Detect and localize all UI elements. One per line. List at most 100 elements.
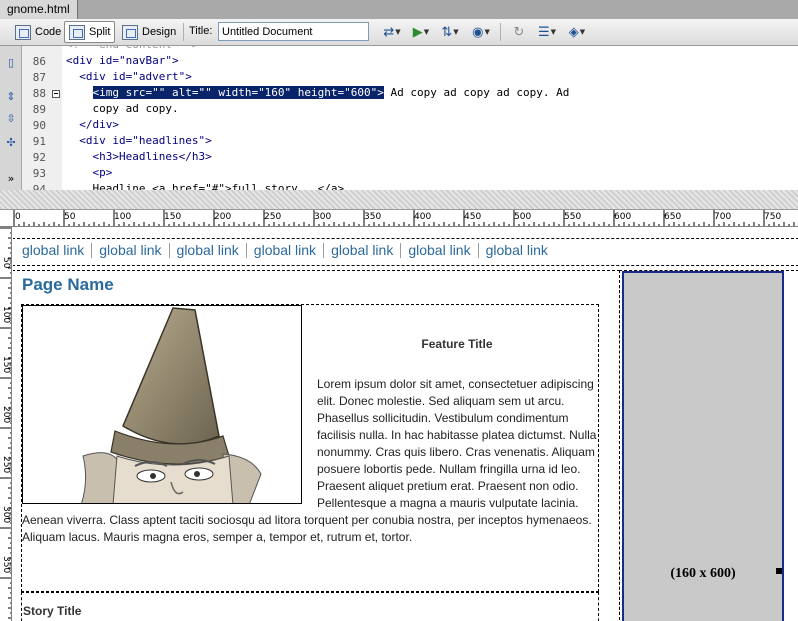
line-number: 92 xyxy=(32,151,46,164)
code-view-label: Code xyxy=(35,26,62,38)
resize-handle[interactable] xyxy=(776,568,782,574)
chevron-down-icon: ▼ xyxy=(395,28,401,36)
refresh-icon: ↻ xyxy=(513,24,525,40)
design-view-pane[interactable]: global link global link global link glob… xyxy=(13,228,798,621)
design-view-icon xyxy=(122,24,138,40)
code-line: <p> xyxy=(66,166,113,179)
ruler-label: 150 xyxy=(164,212,182,222)
code-line-text: Ad copy ad copy ad copy. Ad xyxy=(383,86,570,99)
collapse-selection-icon[interactable]: ⇳ xyxy=(4,112,18,126)
design-view-button[interactable]: Design xyxy=(117,21,181,43)
split-view-button[interactable]: Split xyxy=(64,21,116,43)
document-toolbar: Code Split Design Title: ⇄▼ ▶▼ ⇅▼ ◉▼ ↻ ☰… xyxy=(0,19,798,46)
split-view-divider[interactable] xyxy=(0,190,798,210)
view-options-icon: ☰ xyxy=(537,24,550,40)
line-number: 94 xyxy=(32,183,46,190)
document-tab[interactable]: gnome.html xyxy=(0,0,78,19)
browser-check-button[interactable]: ◉ ▼ xyxy=(468,23,494,41)
global-link[interactable]: global link xyxy=(99,243,170,258)
chevron-down-icon: ▼ xyxy=(550,28,557,36)
global-link[interactable]: global link xyxy=(254,243,325,258)
toolbar-separator xyxy=(500,23,501,41)
ruler-label: 100 xyxy=(1,306,11,324)
chevron-down-icon: ▼ xyxy=(453,28,459,36)
global-link[interactable]: global link xyxy=(408,243,479,258)
line-number: 89 xyxy=(32,103,46,116)
advert-image-placeholder[interactable]: (160 x 600) xyxy=(622,271,784,621)
selected-code[interactable]: <img src="" alt="" width="160" height="6… xyxy=(92,86,384,99)
globe-icon: ◉ xyxy=(472,24,484,40)
image-size-label: (160 x 600) xyxy=(670,566,736,581)
code-line: </div> xyxy=(66,118,119,131)
code-view-pane[interactable]: ▯ ⇕ ⇳ ✣ » 86 87 88 89 90 91 92 93 94 <!-… xyxy=(0,46,798,190)
ruler-label: 500 xyxy=(514,212,532,222)
expand-all-icon[interactable]: ✣ xyxy=(4,136,18,150)
code-view-button[interactable]: Code xyxy=(10,21,66,43)
code-line: <h3>Headlines</h3> xyxy=(66,150,212,163)
collapse-tag-icon[interactable]: ⇕ xyxy=(4,90,18,104)
file-management-icon: ⇄ xyxy=(383,24,395,40)
story-title[interactable]: Story Title xyxy=(23,604,81,618)
ruler-label: 250 xyxy=(1,456,11,474)
global-link[interactable]: global link xyxy=(177,243,247,258)
line-number-gutter: 86 87 88 89 90 91 92 93 94 xyxy=(22,46,62,190)
feature-paragraph-region: Lorem ipsum dolor sit amet, consectetuer… xyxy=(22,376,598,546)
preview-icon: ▶ xyxy=(412,24,423,40)
open-documents-icon[interactable]: ▯ xyxy=(4,56,18,70)
refresh-design-view-button[interactable]: ⇅ ▼ xyxy=(437,23,463,41)
code-line: <div id="advert"> xyxy=(66,70,192,83)
ruler-label: 350 xyxy=(364,212,382,222)
chevron-down-icon: ▼ xyxy=(423,28,430,36)
story-region[interactable] xyxy=(21,592,599,621)
line-number: 91 xyxy=(32,135,46,148)
ruler-label: 550 xyxy=(564,212,582,222)
ruler-label: 50 xyxy=(1,257,11,269)
ruler-label: 200 xyxy=(1,406,11,424)
code-line: <img src="" alt="" width="160" height="6… xyxy=(66,86,569,102)
ruler-label: 0 xyxy=(15,212,21,222)
code-line: <!-- end content --> xyxy=(66,46,198,54)
global-link[interactable]: global link xyxy=(486,243,555,258)
ruler-label: 300 xyxy=(314,212,332,222)
refresh-button[interactable]: ↻ xyxy=(508,23,530,41)
toolbar-separator xyxy=(183,23,184,41)
document-title-input[interactable] xyxy=(218,22,369,41)
ruler-label: 700 xyxy=(714,212,732,222)
view-options-button[interactable]: ☰ ▼ xyxy=(534,23,560,41)
line-number: 93 xyxy=(32,167,46,180)
ruler-label: 450 xyxy=(464,212,482,222)
page-title[interactable]: Page Name xyxy=(22,275,114,295)
code-line: Headline <a href="#">full story...</a> xyxy=(66,182,345,190)
fold-toggle-icon[interactable] xyxy=(52,90,60,98)
visual-aids-button[interactable]: ◈ ▼ xyxy=(564,23,590,41)
preview-button[interactable]: ▶ ▼ xyxy=(408,23,434,41)
code-line: <div id="headlines"> xyxy=(66,134,212,147)
vertical-ruler: 50 100 150 200 250 300 350 xyxy=(0,227,12,621)
ruler-label: 750 xyxy=(764,212,782,222)
eye-icon: ◈ xyxy=(568,24,579,40)
horizontal-ruler: 0 50 100 150 200 250 300 350 400 450 500… xyxy=(0,210,798,227)
coding-toolbar: ▯ ⇕ ⇳ ✣ » xyxy=(0,46,22,190)
ruler-label: 350 xyxy=(1,556,11,574)
code-view-icon xyxy=(15,24,31,40)
global-nav: global link global link global link glob… xyxy=(22,243,562,258)
global-link[interactable]: global link xyxy=(22,243,93,258)
feature-title[interactable]: Feature Title xyxy=(317,337,597,351)
chevron-down-icon: ▼ xyxy=(579,28,586,36)
split-view-icon xyxy=(69,24,85,40)
ruler-label: 50 xyxy=(64,212,76,222)
design-view-label: Design xyxy=(142,26,177,38)
line-number: 86 xyxy=(32,55,46,68)
chevron-down-icon: ▼ xyxy=(484,28,490,36)
split-view-label: Split xyxy=(89,26,111,38)
file-management-button[interactable]: ⇄ ▼ xyxy=(378,23,406,41)
line-number: 90 xyxy=(32,119,46,132)
global-link[interactable]: global link xyxy=(331,243,402,258)
code-line: <div id="navBar"> xyxy=(66,54,179,67)
ruler-label: 400 xyxy=(414,212,432,222)
ruler-label: 650 xyxy=(664,212,682,222)
code-line: copy ad copy. xyxy=(66,102,179,115)
ruler-label: 250 xyxy=(264,212,282,222)
ruler-label: 600 xyxy=(614,212,632,222)
more-tools-chevron-icon[interactable]: » xyxy=(4,172,18,186)
